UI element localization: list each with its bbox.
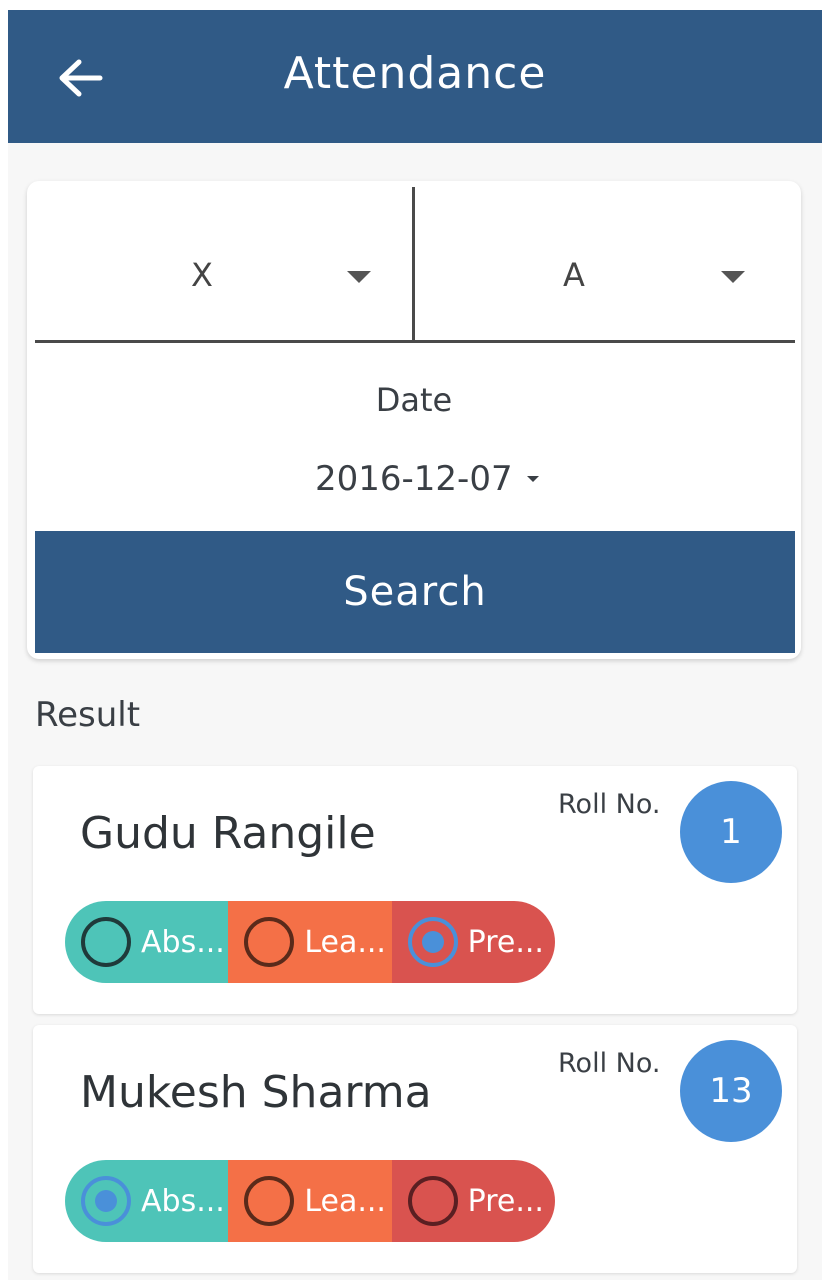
radio-button-icon [244,1176,295,1226]
app-bar: Attendance [8,10,822,143]
leave-label: Lea... [304,924,386,960]
radio-button-icon [81,917,131,967]
attendance-status-group: Abs... Lea... Pre... [65,901,555,983]
roll-number-label: Roll No. [558,1048,661,1079]
date-label: Date [375,381,453,419]
student-card: Gudu Rangile Roll No. 1 Abs... Lea... Pr… [33,766,797,1014]
absent-label: Abs... [141,1183,225,1219]
attendance-status-group: Abs... Lea... Pre... [65,1160,555,1242]
section-spinner-value: A [563,256,585,294]
roll-number-badge: 13 [680,1040,782,1142]
roll-number-label: Roll No. [558,789,661,820]
leave-option[interactable]: Lea... [228,1160,392,1242]
section-spinner[interactable]: A [415,187,795,343]
absent-option[interactable]: Abs... [65,901,229,983]
leave-option[interactable]: Lea... [228,901,392,983]
roll-number-badge: 1 [680,781,782,883]
dropdown-arrow-icon [526,476,539,482]
date-value: 2016-12-07 [315,459,513,499]
student-name: Gudu Rangile [80,808,376,859]
radio-button-icon [81,1176,131,1226]
present-label: Pre... [467,924,544,960]
page-title: Attendance [283,48,547,99]
attendance-screen: Attendance X A Date 2016-12-07 Search Re… [8,10,822,1280]
dropdown-arrow-icon [721,271,745,283]
present-option[interactable]: Pre... [391,901,555,983]
present-label: Pre... [467,1183,544,1219]
filter-card: X A Date 2016-12-07 Search [27,181,801,659]
radio-button-icon [244,917,295,967]
student-name: Mukesh Sharma [80,1067,432,1118]
class-spinner[interactable]: X [35,187,415,343]
date-picker[interactable]: 2016-12-07 [315,457,539,501]
absent-option[interactable]: Abs... [65,1160,229,1242]
search-button[interactable]: Search [35,531,795,653]
result-heading: Result [35,695,141,735]
class-spinner-value: X [191,256,213,294]
absent-label: Abs... [141,924,225,960]
dropdown-arrow-icon [347,271,371,283]
radio-button-icon [407,1176,458,1226]
radio-button-icon [407,917,458,967]
leave-label: Lea... [304,1183,386,1219]
present-option[interactable]: Pre... [391,1160,555,1242]
student-card: Mukesh Sharma Roll No. 13 Abs... Lea... … [33,1025,797,1273]
